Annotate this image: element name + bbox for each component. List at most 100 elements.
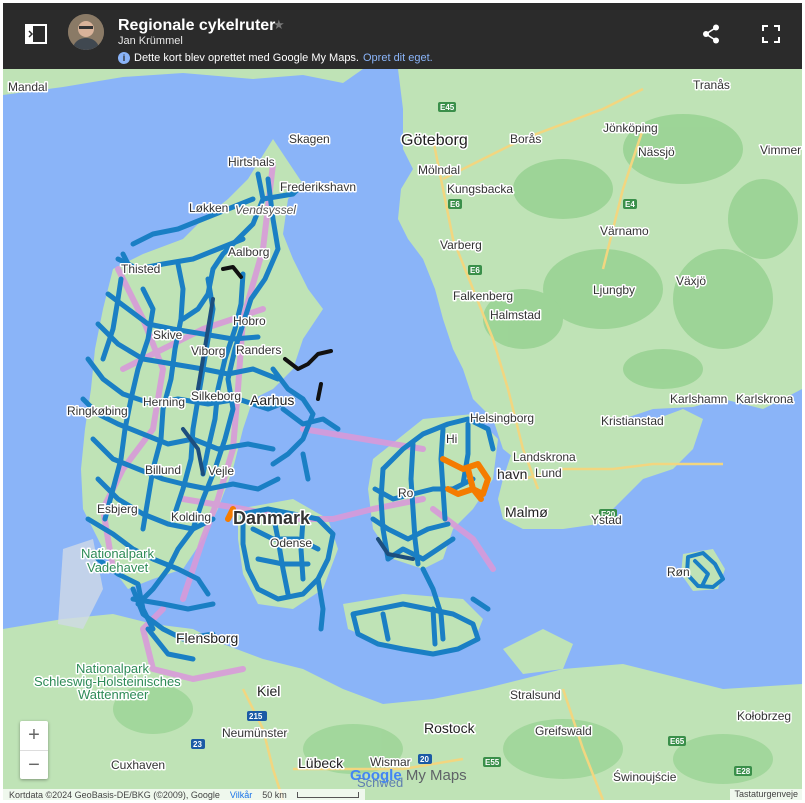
map-header: Regionale cykelruter ★ Jan Krümmel i Det…	[3, 3, 802, 69]
map-label: Aarhus	[250, 392, 294, 408]
road-shield: E6	[450, 200, 460, 209]
map-label: Ystad	[591, 513, 622, 527]
map-label: Kolding	[171, 510, 211, 524]
map-label: Frederikshavn	[280, 180, 356, 194]
map-label: Silkeborg	[191, 389, 241, 403]
map-label: Malmø	[505, 504, 548, 520]
author-name: Jan Krümmel	[118, 35, 183, 47]
map-label: Danmark	[233, 508, 311, 528]
map-label: Løkken	[189, 201, 228, 215]
scale-label: 50 km	[262, 789, 287, 800]
map-label: Herning	[143, 395, 185, 409]
map-label: Odense	[270, 536, 312, 550]
sidebar-toggle-button[interactable]	[20, 20, 52, 52]
map-window: Regionale cykelruter ★ Jan Krümmel i Det…	[3, 3, 802, 800]
terms-link[interactable]: Vilkår	[230, 790, 252, 800]
road-shield: E6	[470, 266, 480, 275]
map-label: Røn	[667, 565, 690, 579]
map-label: Świnoujście	[613, 769, 677, 784]
map-label: Vendsyssel	[235, 203, 296, 217]
map-label: Landskrona	[513, 450, 576, 464]
attribution-text: Kortdata ©2024 GeoBasis-DE/BKG (©2009), …	[9, 789, 220, 800]
star-icon[interactable]: ★	[273, 17, 285, 33]
map-label: Vadehavet	[87, 560, 149, 575]
map-label: Tranås	[693, 78, 730, 92]
map-label: havn	[497, 466, 527, 482]
map-label: Karlshamn	[670, 392, 727, 406]
road-shield: 20	[420, 755, 429, 764]
mymaps-wordmark: My Maps	[405, 767, 467, 784]
map-label: Vejle	[208, 464, 234, 478]
map-label: Mandal	[8, 80, 47, 94]
map-label: Värnamo	[600, 224, 649, 238]
zoom-out-button[interactable]: −	[20, 751, 48, 780]
map-label: Thisted	[121, 262, 160, 276]
road-shield: E45	[440, 103, 455, 112]
share-icon	[702, 24, 720, 49]
road-shield: 215	[249, 712, 263, 721]
map-label: Ringkøbing	[67, 404, 128, 418]
create-own-link[interactable]: Opret dit eget.	[363, 52, 433, 64]
map-label: Hirtshals	[228, 155, 275, 169]
map-label: Hobro	[233, 314, 266, 328]
map-label: Esbjerg	[97, 502, 138, 516]
notice-text: Dette kort blev oprettet med Google My M…	[134, 52, 359, 64]
map-label: Skive	[153, 328, 183, 342]
map-label: Cuxhaven	[111, 758, 165, 772]
map-label: Aalborg	[228, 245, 269, 259]
map-label: Skagen	[289, 132, 330, 146]
share-button[interactable]	[695, 20, 727, 52]
map-label: Borås	[510, 132, 541, 146]
map-label: Lübeck	[298, 755, 344, 771]
map-label: Hi	[446, 432, 457, 446]
map-label: Kristianstad	[601, 414, 664, 428]
map-label: Neumünster	[222, 726, 287, 740]
attribution-bar: Kortdata ©2024 GeoBasis-DE/BKG (©2009), …	[3, 789, 365, 800]
map-label: Kiel	[257, 683, 280, 699]
zoom-controls: + −	[20, 721, 48, 779]
scale-bar	[296, 791, 359, 798]
avatar[interactable]	[68, 14, 104, 50]
google-my-maps-logo: Google My Maps	[350, 767, 467, 784]
road-shield: E28	[736, 767, 751, 776]
map-label: Nässjö	[638, 145, 675, 159]
map-label: Stralsund	[510, 688, 561, 702]
fullscreen-icon	[761, 24, 781, 49]
map-footer: Kortdata ©2024 GeoBasis-DE/BKG (©2009), …	[3, 789, 802, 800]
created-with-notice: i Dette kort blev oprettet med Google My…	[118, 52, 433, 64]
road-shield: E65	[670, 737, 685, 746]
google-wordmark: Google	[350, 767, 402, 784]
map-label: Karlskrona	[736, 392, 794, 406]
map-label: Viborg	[191, 344, 225, 358]
map-label: Jönköping	[603, 121, 658, 135]
road-shield: E55	[485, 758, 500, 767]
sidebar-toggle-icon	[25, 23, 47, 49]
map-label: Växjö	[676, 274, 706, 288]
map-label: Wattenmeer	[78, 687, 149, 702]
map-label: Ljungby	[593, 283, 635, 297]
map-label: Ro	[398, 486, 414, 500]
map-label: Flensborg	[176, 630, 238, 646]
map-label: Mölndal	[418, 163, 460, 177]
map-label: Lund	[535, 466, 562, 480]
map-title: Regionale cykelruter	[118, 17, 276, 34]
map-label: Billund	[145, 463, 181, 477]
map-label: Nationalpark	[81, 546, 154, 561]
road-shield: E4	[625, 200, 635, 209]
map-label: Falkenberg	[453, 289, 513, 303]
map-canvas[interactable]: E45 E6 E6 E4 E20 E65 E28 215 23 20 E55 M…	[3, 69, 802, 800]
map-label: Göteborg	[401, 132, 468, 149]
map-label: Rostock	[424, 720, 476, 736]
map-label: Kungsbacka	[447, 182, 513, 196]
info-icon: i	[118, 52, 130, 64]
road-shield: 23	[193, 740, 202, 749]
map-label: Randers	[236, 343, 281, 357]
map-label: Halmstad	[490, 308, 541, 322]
map-label: Greifswald	[535, 724, 592, 738]
map-label: Vimmer	[760, 143, 801, 157]
map-label: Varberg	[440, 238, 482, 252]
fullscreen-button[interactable]	[755, 20, 787, 52]
zoom-in-button[interactable]: +	[20, 721, 48, 750]
keyboard-shortcuts-link[interactable]: Tastaturgenveje	[730, 789, 802, 800]
map-label: Helsingborg	[470, 411, 534, 425]
